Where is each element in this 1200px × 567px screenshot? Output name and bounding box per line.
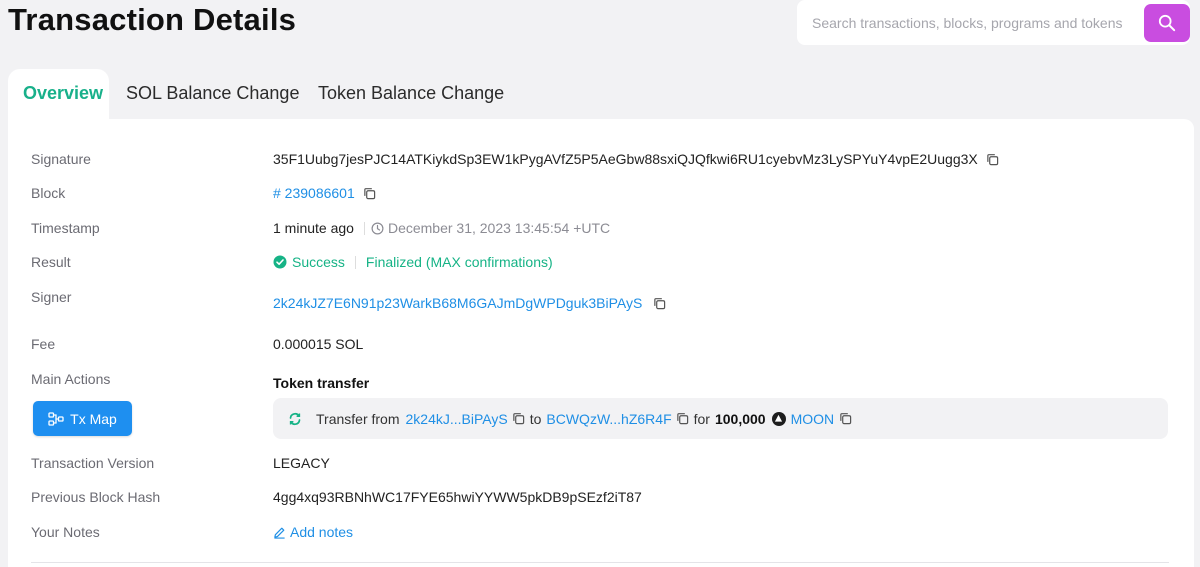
fee-label: Fee xyxy=(31,336,56,352)
result-label: Result xyxy=(31,254,71,270)
flow-map-icon xyxy=(48,411,64,426)
tab-sol-balance-change[interactable]: SOL Balance Change xyxy=(126,69,299,119)
transfer-to-word: to xyxy=(529,410,542,427)
search-button[interactable] xyxy=(1144,4,1190,42)
pencil-icon xyxy=(274,527,285,539)
add-notes-link[interactable]: Add notes xyxy=(273,524,353,540)
transfer-prefix: Transfer from xyxy=(316,410,400,427)
timestamp-row: 1 minute ago December 31, 2023 13:45:54 … xyxy=(273,220,610,236)
tx-map-label: Tx Map xyxy=(70,410,117,427)
timestamp-label: Timestamp xyxy=(31,220,100,236)
add-notes-label: Add notes xyxy=(290,524,354,540)
signature-row: 35F1Uubg7jesPJC14ATKiykdSp3EW1kPygAVfZ5P… xyxy=(273,151,999,167)
prev-hash-value: 4gg4xq93RBNhWC17FYE65hwiYYWW5pkDB9pSEzf2… xyxy=(273,489,642,505)
version-value: LEGACY xyxy=(273,455,330,471)
prev-hash-label: Previous Block Hash xyxy=(31,489,161,505)
block-link[interactable]: # 239086601 xyxy=(273,185,355,201)
version-label: Transaction Version xyxy=(31,455,155,471)
copy-icon[interactable] xyxy=(653,297,666,310)
result-confirmation: Finalized (MAX confirmations) xyxy=(365,254,553,270)
timestamp-relative: 1 minute ago xyxy=(273,220,354,236)
signature-label: Signature xyxy=(31,151,91,167)
result-row: Success Finalized (MAX confirmations) xyxy=(273,254,553,270)
page-title: Transaction Details xyxy=(8,2,297,37)
signer-link[interactable]: 2k24kJZ7E6N91p23WarkB68M6GAJmDgWPDguk3Bi… xyxy=(273,295,642,311)
result-status: Success xyxy=(292,254,345,270)
transfer-to-link[interactable]: BCWQzW...hZ6R4F xyxy=(546,411,671,427)
tab-overview[interactable]: Overview xyxy=(8,69,109,119)
main-actions-label: Main Actions xyxy=(31,371,111,387)
token-link[interactable]: MOON xyxy=(791,411,835,427)
signer-row: 2k24kJZ7E6N91p23WarkB68M6GAJmDgWPDguk3Bi… xyxy=(273,295,666,311)
notes-label: Your Notes xyxy=(31,524,100,540)
tx-map-button[interactable]: Tx Map xyxy=(33,401,132,436)
tab-token-balance-change[interactable]: Token Balance Change xyxy=(318,69,504,119)
copy-icon[interactable] xyxy=(839,412,852,425)
check-circle-icon xyxy=(273,255,287,269)
block-label: Block xyxy=(31,185,66,201)
copy-icon[interactable] xyxy=(986,153,999,166)
transfer-amount: 100,000 xyxy=(714,410,766,427)
block-row: # 239086601 xyxy=(273,185,376,201)
moon-token-logo-icon xyxy=(771,411,786,426)
transfer-for-word: for xyxy=(693,410,710,427)
copy-icon[interactable] xyxy=(512,412,525,425)
copy-icon[interactable] xyxy=(676,412,689,425)
signature-value: 35F1Uubg7jesPJC14ATKiykdSp3EW1kPygAVfZ5P… xyxy=(273,151,978,167)
transfer-from-link[interactable]: 2k24kJ...BiPAyS xyxy=(406,411,508,427)
transfer-refresh-icon xyxy=(289,412,301,425)
search-input[interactable] xyxy=(797,0,1137,45)
search-bar xyxy=(797,0,1190,45)
clock-icon xyxy=(371,222,384,234)
signer-label: Signer xyxy=(31,289,72,305)
divider xyxy=(363,221,365,235)
fee-value: 0.000015 SOL xyxy=(273,336,364,352)
token-transfer-action: Transfer from 2k24kJ...BiPAyS to BCWQzW.… xyxy=(273,398,1168,439)
copy-icon[interactable] xyxy=(363,187,376,200)
search-icon xyxy=(1158,14,1176,32)
main-actions-title: Token transfer xyxy=(273,375,370,391)
divider xyxy=(31,562,1169,563)
divider xyxy=(354,255,356,269)
timestamp-absolute: December 31, 2023 13:45:54 +UTC xyxy=(387,220,611,236)
